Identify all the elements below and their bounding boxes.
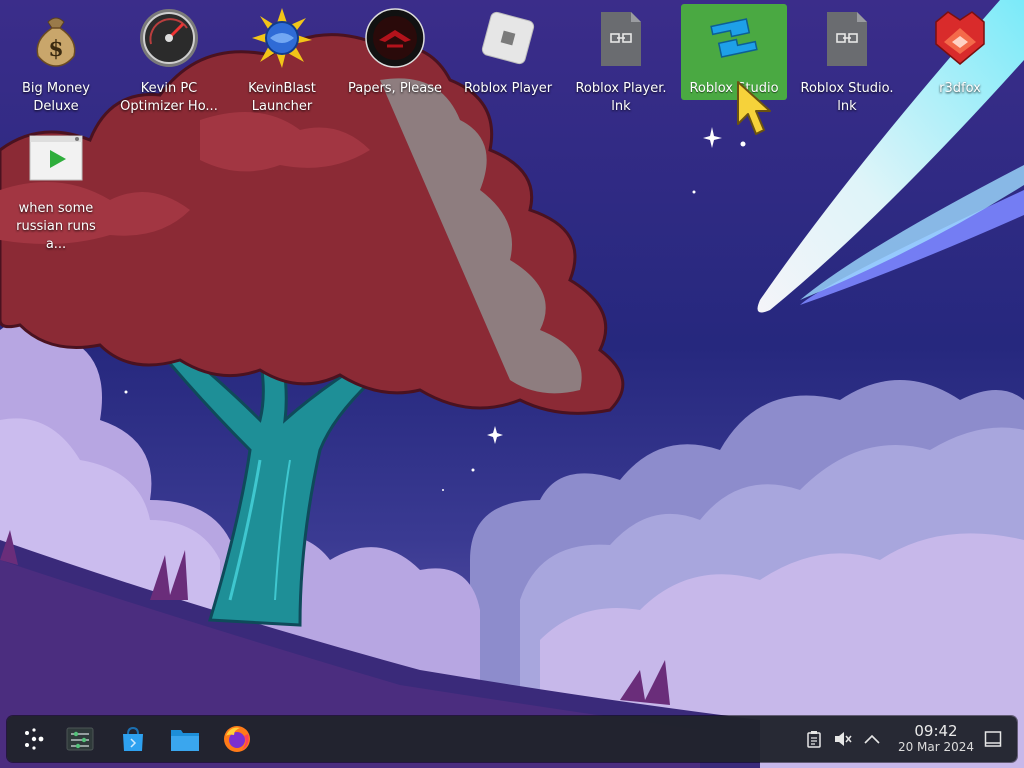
desktop: $ Big Money Deluxe Kevin PC Optimizer Ho…: [0, 0, 1024, 712]
roblox-player-icon: [478, 8, 538, 68]
desktop-icon-r3dfox[interactable]: r3dfox: [907, 4, 1013, 100]
video-file-icon: [26, 128, 86, 188]
desktop-icon-kevin-pc-optimizer[interactable]: Kevin PC Optimizer Ho...: [116, 4, 222, 114]
clipboard-icon[interactable]: [803, 728, 825, 750]
shortcut-file-icon: [591, 8, 651, 68]
mouse-cursor: [737, 81, 771, 135]
desktop-icon-roblox-player[interactable]: Roblox Player: [455, 4, 561, 100]
desktop-icon-label: when some russian runs a...: [16, 201, 96, 252]
desktop-icon-roblox-studio-lnk[interactable]: Roblox Studio. lnk: [794, 4, 900, 114]
show-desktop-icon[interactable]: [982, 728, 1004, 750]
taskbar: 09:42 20 Mar 2024: [7, 716, 1017, 762]
roblox-studio-icon: [704, 8, 764, 68]
desktop-icon-label: Papers, Please: [347, 81, 443, 96]
desktop-icon-label: KevinBlast Launcher: [248, 81, 316, 114]
desktop-icon-papers-please[interactable]: Papers, Please: [342, 4, 448, 100]
speedometer-icon: [139, 8, 199, 68]
money-bag-icon: $: [26, 8, 86, 68]
clock-time[interactable]: 09:42: [887, 722, 985, 740]
desktop-icon-label: Big Money Deluxe: [21, 81, 90, 114]
firefox-icon[interactable]: [221, 723, 253, 755]
desktop-icon-video-file[interactable]: when some russian runs a...: [3, 124, 109, 252]
papers-please-icon: [365, 8, 425, 68]
desktop-icon-label: r3dfox: [939, 81, 981, 96]
store-bag-icon[interactable]: [117, 723, 149, 755]
svg-text:$: $: [48, 36, 63, 62]
shortcut-file-icon: [817, 8, 877, 68]
desktop-icon-roblox-player-lnk[interactable]: Roblox Player. lnk: [568, 4, 674, 114]
volume-muted-icon[interactable]: [832, 728, 854, 750]
desktop-icon-label: Roblox Studio. lnk: [800, 81, 894, 114]
desktop-icon-big-money-deluxe[interactable]: $ Big Money Deluxe: [3, 4, 109, 114]
r3dfox-icon: [930, 8, 990, 68]
desktop-icon-label: Kevin PC Optimizer Ho...: [120, 81, 218, 114]
desktop-icon-label: Roblox Player: [463, 81, 553, 96]
folder-icon[interactable]: [169, 723, 201, 755]
clock-date[interactable]: 20 Mar 2024: [879, 740, 993, 754]
desktop-icon-kevinblast-launcher[interactable]: KevinBlast Launcher: [229, 4, 335, 114]
desktop-icon-label: Roblox Player. lnk: [575, 81, 667, 114]
blast-globe-icon: [252, 8, 312, 68]
settings-sliders-icon[interactable]: [64, 723, 96, 755]
app-launcher-icon[interactable]: [18, 723, 50, 755]
